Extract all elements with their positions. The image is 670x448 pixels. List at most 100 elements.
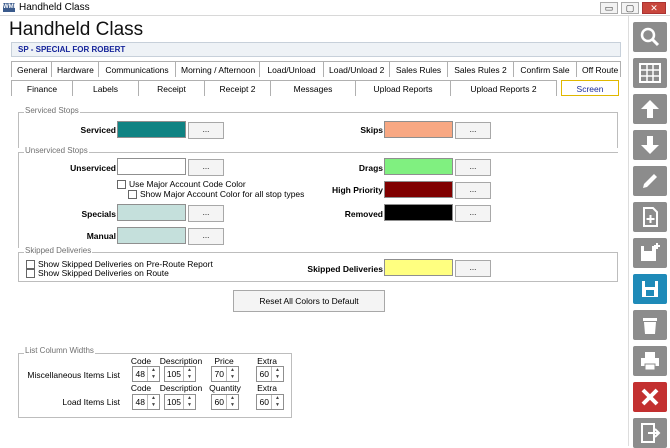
class-subheader: SP - SPECIAL FOR ROBERT (11, 42, 621, 57)
skips-color-swatch[interactable] (384, 121, 453, 138)
tab-upload-reports-2[interactable]: Upload Reports 2 (451, 80, 557, 96)
stepper-arrows-icon[interactable]: ▲ ▼ (226, 395, 238, 409)
misc-header-description: Description (159, 356, 203, 366)
misc-code-width-stepper[interactable]: 48 ▲ ▼ (132, 366, 160, 382)
removed-color-swatch[interactable] (384, 204, 453, 221)
tab-finance[interactable]: Finance (11, 80, 73, 96)
load-description-width-stepper[interactable]: 105 ▲ ▼ (164, 394, 196, 410)
stepper-arrows-icon[interactable]: ▲ ▼ (271, 395, 283, 409)
serviced-color-swatch[interactable] (117, 121, 186, 138)
page-title: Handheld Class (9, 19, 144, 40)
search-button[interactable] (633, 22, 667, 52)
stepper-value: 60 (259, 369, 269, 379)
serviced-color-picker-button[interactable]: ... (188, 122, 224, 139)
stepper-arrows-icon[interactable]: ▲ ▼ (271, 367, 283, 381)
stepper-value: 105 (166, 369, 181, 379)
manual-color-picker-button[interactable]: ... (188, 228, 224, 245)
unserviced-label: Unserviced (70, 163, 116, 173)
tab-receipt[interactable]: Receipt (139, 80, 205, 96)
show-major-account-checkbox[interactable]: Show Major Account Color for all stop ty… (128, 189, 304, 199)
skipped-deliveries-title: Skipped Deliveries (24, 246, 93, 255)
misc-header-price: Price (214, 356, 234, 366)
tab-sales-rules-2[interactable]: Sales Rules 2 (448, 61, 514, 77)
manual-color-swatch[interactable] (117, 227, 186, 244)
use-major-account-checkbox[interactable]: Use Major Account Code Color (117, 179, 246, 189)
exit-button[interactable] (633, 418, 667, 448)
tab-off-route[interactable]: Off Route (577, 61, 621, 77)
stepper-arrows-icon[interactable]: ▲ ▼ (183, 367, 195, 381)
show-major-account-label: Show Major Account Color for all stop ty… (140, 189, 305, 199)
tab-upload-reports[interactable]: Upload Reports (356, 80, 451, 96)
tab-row-1: General Hardware Communications Morning … (11, 61, 621, 77)
stepper-value: 60 (214, 397, 224, 407)
edit-button[interactable] (633, 166, 667, 196)
tab-screen[interactable]: Screen (561, 80, 619, 96)
checkbox-box[interactable] (26, 268, 35, 278)
skipped-deliveries-color-swatch[interactable] (384, 259, 453, 276)
delete-button[interactable] (633, 310, 667, 340)
serviced-stops-title: Serviced Stops (24, 106, 80, 115)
class-name: SP - SPECIAL FOR ROBERT (18, 45, 126, 54)
arrow-up-icon (641, 100, 659, 118)
load-extra-width-stepper[interactable]: 60 ▲ ▼ (256, 394, 284, 410)
stepper-arrows-icon[interactable]: ▲ ▼ (183, 395, 195, 409)
drags-color-picker-button[interactable]: ... (455, 159, 491, 176)
specials-color-swatch[interactable] (117, 204, 186, 221)
misc-extra-width-stepper[interactable]: 60 ▲ ▼ (256, 366, 284, 382)
save-plus-icon (641, 243, 660, 261)
new-document-icon (643, 207, 658, 227)
load-code-width-stepper[interactable]: 48 ▲ ▼ (132, 394, 160, 410)
stepper-arrows-icon[interactable]: ▲ ▼ (147, 367, 159, 381)
tab-labels[interactable]: Labels (73, 80, 139, 96)
tab-messages[interactable]: Messages (271, 80, 356, 96)
exit-icon (641, 423, 661, 443)
load-quantity-width-stepper[interactable]: 60 ▲ ▼ (211, 394, 239, 410)
skips-color-picker-button[interactable]: ... (455, 122, 491, 139)
skipped-deliveries-color-picker-button[interactable]: ... (455, 260, 491, 277)
grid-view-button[interactable] (633, 58, 667, 88)
tab-general[interactable]: General (11, 61, 52, 77)
stepper-arrows-icon[interactable]: ▲ ▼ (147, 395, 159, 409)
skipped-deliveries-label: Skipped Deliveries (307, 264, 383, 274)
cancel-button[interactable] (633, 382, 667, 412)
tab-communications[interactable]: Communications (99, 61, 176, 77)
reset-all-colors-button[interactable]: Reset All Colors to Default (233, 290, 385, 312)
grid-icon (639, 63, 661, 83)
tab-load-unload[interactable]: Load/Unload (260, 61, 324, 77)
removed-color-picker-button[interactable]: ... (455, 205, 491, 222)
checkbox-box[interactable] (117, 179, 126, 189)
tab-sales-rules[interactable]: Sales Rules (390, 61, 448, 77)
tab-load-unload-2[interactable]: Load/Unload 2 (324, 61, 390, 77)
move-up-button[interactable] (633, 94, 667, 124)
high-priority-color-swatch[interactable] (384, 181, 453, 198)
unserviced-color-picker-button[interactable]: ... (188, 159, 224, 176)
misc-description-width-stepper[interactable]: 105 ▲ ▼ (164, 366, 196, 382)
save-icon (642, 281, 658, 297)
misc-price-width-stepper[interactable]: 70 ▲ ▼ (211, 366, 239, 382)
high-priority-color-picker-button[interactable]: ... (455, 182, 491, 199)
new-document-button[interactable] (633, 202, 667, 232)
stepper-value: 105 (166, 397, 181, 407)
tab-hardware[interactable]: Hardware (52, 61, 99, 77)
tab-confirm-sale[interactable]: Confirm Sale (514, 61, 577, 77)
trash-icon (643, 318, 657, 334)
minimize-button[interactable]: ▭ (600, 2, 618, 14)
manual-label: Manual (86, 231, 116, 241)
unserviced-color-swatch[interactable] (117, 158, 186, 175)
misc-items-list-label: Miscellaneous Items List (27, 370, 120, 380)
tab-receipt-2[interactable]: Receipt 2 (205, 80, 271, 96)
specials-color-picker-button[interactable]: ... (188, 205, 224, 222)
tab-morning-afternoon[interactable]: Morning / Afternoon (176, 61, 260, 77)
close-window-button[interactable]: ✕ (642, 2, 666, 14)
show-skipped-on-route-checkbox[interactable]: Show Skipped Deliveries on Route (26, 268, 169, 278)
save-new-button[interactable] (633, 238, 667, 268)
stepper-arrows-icon[interactable]: ▲ ▼ (226, 367, 238, 381)
drags-color-swatch[interactable] (384, 158, 453, 175)
stepper-value: 48 (135, 397, 145, 407)
checkbox-box[interactable] (128, 189, 137, 199)
tab-row-2: Finance Labels Receipt Receipt 2 Message… (11, 80, 619, 96)
move-down-button[interactable] (633, 130, 667, 160)
save-button[interactable] (633, 274, 667, 304)
maximize-button[interactable]: ▢ (621, 2, 639, 14)
print-button[interactable] (633, 346, 667, 376)
